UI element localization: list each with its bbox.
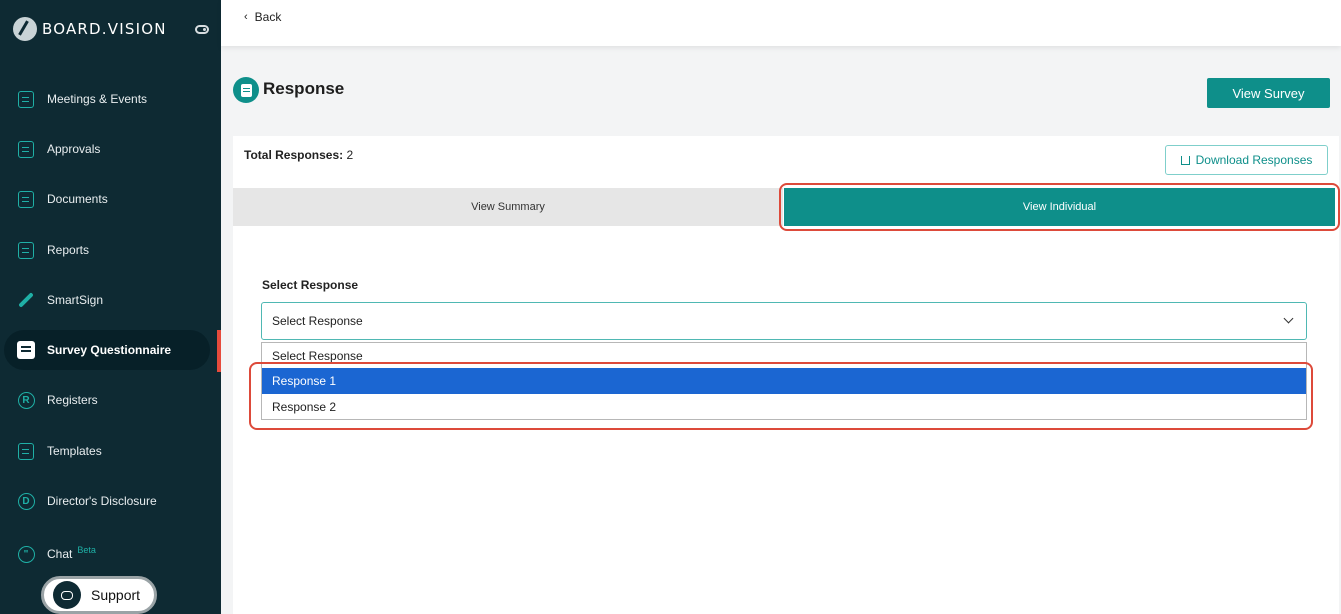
sidebar-item-label: Meetings & Events: [47, 92, 148, 106]
sidebar-item-label: Approvals: [47, 142, 101, 156]
chat-icon: ": [16, 544, 36, 564]
sidebar-item-survey-questionnaire[interactable]: Survey Questionnaire: [4, 330, 210, 370]
select-response-label: Select Response: [262, 278, 359, 292]
logo-mark-icon: [13, 17, 37, 41]
sidebar: BOARD.VISION Meetings & Events Approvals…: [0, 0, 221, 614]
sidebar-item-label: SmartSign: [47, 293, 104, 307]
templates-icon: [16, 441, 36, 461]
chevron-left-icon: ‹: [244, 11, 248, 23]
registers-icon: R: [16, 390, 36, 410]
select-value: Select Response: [272, 314, 363, 328]
back-label: Back: [254, 10, 282, 24]
sidebar-item-reports[interactable]: Reports: [4, 230, 210, 270]
chat-bubble-icon: [53, 581, 81, 609]
sidebar-item-label: Registers: [47, 393, 98, 407]
support-button[interactable]: Support: [41, 576, 157, 614]
back-link[interactable]: ‹ Back: [244, 10, 281, 24]
active-indicator: [217, 330, 221, 372]
brand-logo[interactable]: BOARD.VISION: [13, 16, 167, 42]
documents-icon: [16, 189, 36, 209]
sidebar-item-templates[interactable]: Templates: [4, 431, 210, 471]
sidebar-item-label: Director's Disclosure: [47, 494, 157, 508]
download-icon: [1180, 155, 1190, 165]
tab-view-summary[interactable]: View Summary: [233, 188, 783, 226]
disclosure-icon: D: [16, 491, 36, 511]
sidebar-item-label: Documents: [47, 192, 108, 206]
highlight-box-tab: [779, 183, 1340, 231]
response-select[interactable]: Select Response: [261, 302, 1307, 340]
total-responses-value: 2: [346, 148, 354, 162]
sidebar-item-label: Survey Questionnaire: [47, 343, 172, 357]
sidebar-item-documents[interactable]: Documents: [4, 179, 210, 219]
sidebar-item-meetings-events[interactable]: Meetings & Events: [4, 79, 210, 119]
sidebar-item-registers[interactable]: R Registers: [4, 380, 210, 420]
approval-doc-icon: [16, 139, 36, 159]
sidebar-item-chat[interactable]: " Chat Beta: [4, 534, 210, 574]
sidebar-toggle-icon[interactable]: [195, 25, 209, 34]
calendar-check-icon: [16, 89, 36, 109]
view-survey-button[interactable]: View Survey: [1207, 78, 1330, 108]
reports-icon: [16, 240, 36, 260]
chat-label-group: Chat Beta: [47, 545, 96, 561]
chevron-down-icon: [1283, 313, 1294, 324]
page-title: Response: [263, 79, 345, 98]
total-responses-label: Total Responses:: [244, 148, 344, 162]
support-label: Support: [91, 587, 141, 603]
sidebar-item-label: Chat: [47, 547, 73, 561]
sidebar-item-directors-disclosure[interactable]: D Director's Disclosure: [4, 481, 210, 521]
survey-icon: [16, 340, 36, 360]
total-responses: Total Responses: 2: [244, 148, 353, 162]
response-icon: [233, 77, 259, 103]
highlight-box-options: [249, 362, 1313, 430]
sidebar-item-label: Reports: [47, 243, 90, 257]
download-responses-button[interactable]: Download Responses: [1165, 145, 1328, 175]
beta-badge: Beta: [77, 545, 96, 555]
pen-icon: [16, 290, 36, 310]
sidebar-item-approvals[interactable]: Approvals: [4, 129, 210, 169]
brand-name: BOARD.VISION: [42, 20, 167, 38]
download-label: Download Responses: [1195, 153, 1313, 167]
top-bar: ‹ Back: [221, 0, 1341, 46]
sidebar-item-smartsign[interactable]: SmartSign: [4, 280, 210, 320]
sidebar-item-label: Templates: [47, 444, 102, 458]
